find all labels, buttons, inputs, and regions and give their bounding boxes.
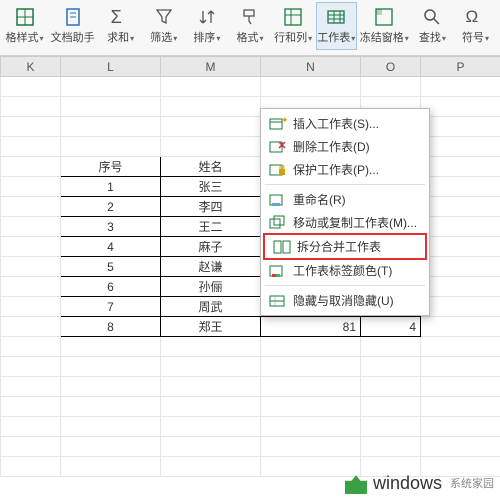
tb-symbol[interactable]: Ω 符号▾ — [455, 2, 496, 50]
th-index[interactable]: 序号 — [61, 157, 161, 177]
worksheet-dropdown-menu: ✦ 插入工作表(S)... 删除工作表(D) 保护工作表(P)... 重命名(R… — [260, 108, 430, 316]
dd-label: 删除工作表(D) — [293, 138, 370, 155]
tb-worksheet[interactable]: 工作表▾ — [316, 2, 357, 50]
col-header[interactable]: M — [161, 57, 261, 77]
search-icon — [422, 7, 442, 27]
grid-icon — [15, 7, 35, 27]
tb-freeze[interactable]: 冻结窗格▾ — [359, 2, 410, 50]
caret-icon: ▾ — [40, 34, 44, 43]
table-row: 8郑王814 — [1, 317, 500, 337]
dd-tab-color[interactable]: 工作表标签颜色(T) — [261, 259, 429, 282]
tb-label: 查找 — [419, 32, 441, 44]
svg-text:✦: ✦ — [281, 116, 287, 125]
tb-sum[interactable]: Σ 求和▾ — [100, 2, 141, 50]
dd-label: 隐藏与取消隐藏(U) — [293, 292, 394, 309]
caret-icon: ▾ — [216, 34, 220, 43]
insert-sheet-icon: ✦ — [269, 116, 287, 132]
caret-icon: ▾ — [130, 34, 134, 43]
caret-icon: ▾ — [173, 34, 177, 43]
tb-format[interactable]: 格式▾ — [229, 2, 270, 50]
tb-label: 格式 — [236, 32, 258, 44]
funnel-icon — [154, 7, 174, 27]
protect-sheet-icon — [269, 162, 287, 178]
watermark-sub: 系统家园 — [450, 475, 494, 491]
spreadsheet-area[interactable]: K L M N O P 序号 姓名 1张三 2李四 3王二932 4麻子991 … — [0, 56, 500, 500]
dd-separator — [265, 184, 425, 185]
dd-label: 工作表标签颜色(T) — [293, 262, 392, 279]
sort-icon — [197, 7, 217, 27]
dd-label: 拆分合并工作表 — [297, 238, 381, 255]
column-header-row: K L M N O P — [1, 57, 500, 77]
col-header[interactable]: K — [1, 57, 61, 77]
split-merge-icon — [273, 239, 291, 255]
tb-sort[interactable]: 排序▾ — [186, 2, 227, 50]
col-header[interactable]: N — [261, 57, 361, 77]
caret-icon: ▾ — [485, 34, 489, 43]
dd-label: 插入工作表(S)... — [293, 115, 379, 132]
col-header[interactable]: O — [361, 57, 421, 77]
tb-label: 文档助手 — [51, 29, 95, 45]
dd-protect-sheet[interactable]: 保护工作表(P)... — [261, 158, 429, 181]
house-icon — [345, 472, 367, 494]
caret-icon: ▾ — [405, 34, 409, 43]
tb-label: 行和列 — [274, 32, 307, 44]
dd-separator — [265, 285, 425, 286]
tab-color-icon — [269, 263, 287, 279]
caret-icon: ▾ — [351, 34, 355, 43]
dd-split-merge[interactable]: 拆分合并工作表 — [263, 233, 427, 260]
freeze-icon — [374, 7, 394, 27]
tb-doc-assistant[interactable]: 文档助手 — [47, 2, 98, 50]
caret-icon: ▾ — [442, 34, 446, 43]
tb-label: 格样式 — [6, 32, 39, 44]
rowcol-icon — [283, 7, 303, 27]
tb-rowcol[interactable]: 行和列▾ — [273, 2, 314, 50]
doc-icon — [63, 7, 83, 27]
dd-label: 保护工作表(P)... — [293, 161, 379, 178]
tb-label: 排序 — [193, 32, 215, 44]
caret-icon: ▾ — [308, 34, 312, 43]
dd-insert-sheet[interactable]: ✦ 插入工作表(S)... — [261, 112, 429, 135]
watermark: windows 系统家园 — [345, 472, 494, 494]
tb-label: 符号 — [462, 32, 484, 44]
col-header[interactable]: L — [61, 57, 161, 77]
delete-sheet-icon — [269, 139, 287, 155]
th-name[interactable]: 姓名 — [161, 157, 261, 177]
col-header[interactable]: P — [421, 57, 500, 77]
tb-label: 冻结窗格 — [360, 32, 404, 44]
dd-label: 重命名(R) — [293, 191, 346, 208]
dd-delete-sheet[interactable]: 删除工作表(D) — [261, 135, 429, 158]
omega-icon: Ω — [465, 7, 485, 27]
rename-icon — [269, 192, 287, 208]
paint-icon — [240, 7, 260, 27]
sigma-icon: Σ — [111, 7, 131, 27]
hide-icon — [269, 293, 287, 309]
dd-label: 移动或复制工作表(M)... — [293, 214, 417, 231]
watermark-text: windows — [373, 473, 442, 494]
sheet-icon — [326, 7, 346, 27]
caret-icon: ▾ — [259, 34, 263, 43]
ribbon-toolbar: 格样式▾ 文档助手 Σ 求和▾ 筛选▾ 排序▾ 格式▾ 行和列▾ 工作表▾ 冻结… — [0, 0, 500, 56]
tb-label: 筛选 — [150, 32, 172, 44]
move-copy-icon — [269, 215, 287, 231]
tb-filter[interactable]: 筛选▾ — [143, 2, 184, 50]
dd-rename[interactable]: 重命名(R) — [261, 188, 429, 211]
tb-label: 求和 — [107, 32, 129, 44]
tb-cell-styles[interactable]: 格样式▾ — [4, 2, 45, 50]
dd-move-copy[interactable]: 移动或复制工作表(M)... — [261, 211, 429, 234]
tb-find[interactable]: 查找▾ — [412, 2, 453, 50]
dd-hide-unhide[interactable]: 隐藏与取消隐藏(U) — [261, 289, 429, 312]
tb-label: 工作表 — [317, 32, 350, 44]
